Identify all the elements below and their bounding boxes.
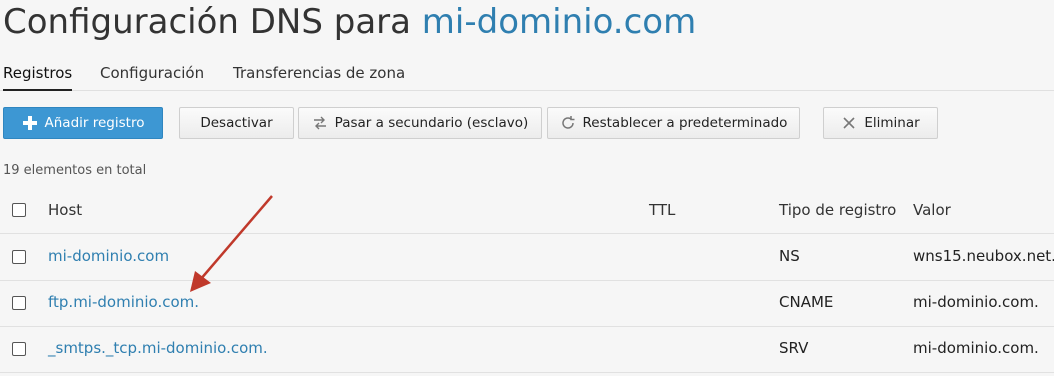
record-host-link[interactable]: ftp.mi-dominio.com. (48, 293, 199, 311)
add-record-button[interactable]: Añadir registro (3, 107, 163, 139)
delete-label: Eliminar (864, 115, 920, 131)
record-type: SRV (779, 339, 809, 357)
delete-button[interactable]: Eliminar (823, 107, 938, 139)
reset-default-button[interactable]: Restablecer a predeterminado (547, 107, 800, 139)
column-header-ttl[interactable]: TTL (649, 201, 675, 219)
column-header-type[interactable]: Tipo de registro (779, 201, 896, 219)
switch-to-secondary-button[interactable]: Pasar a secundario (esclavo) (298, 107, 542, 139)
reset-icon (560, 115, 576, 131)
add-record-label: Añadir registro (44, 115, 145, 131)
row-checkbox[interactable] (12, 250, 26, 264)
deactivate-label: Desactivar (200, 115, 273, 131)
items-total-count: 19 elementos en total (3, 163, 147, 178)
record-host-link[interactable]: _smtps._tcp.mi-dominio.com. (48, 339, 268, 357)
record-host-link[interactable]: mi-dominio.com (48, 247, 169, 265)
tab-transferencias-de-zona[interactable]: Transferencias de zona (233, 64, 405, 82)
swap-arrows-icon (312, 115, 328, 131)
record-value: wns15.neubox.net. (913, 247, 1054, 265)
switch-to-secondary-label: Pasar a secundario (esclavo) (334, 115, 529, 131)
page-title-domain[interactable]: mi-dominio.com (422, 2, 696, 42)
table-row: mi-dominio.com NS wns15.neubox.net. (0, 234, 1054, 281)
tab-configuracion[interactable]: Configuración (100, 64, 204, 82)
table-row: _smtps._tcp.mi-dominio.com. SRV mi-domin… (0, 326, 1054, 373)
x-icon (841, 115, 857, 131)
page-title-prefix: Configuración DNS para (3, 2, 411, 42)
row-checkbox[interactable] (12, 296, 26, 310)
tab-bar: Registros Configuración Transferencias d… (0, 60, 1054, 91)
record-value: mi-dominio.com. (913, 339, 1039, 357)
select-all-checkbox[interactable] (12, 203, 26, 217)
table-header-row: Host TTL Tipo de registro Valor (0, 187, 1054, 234)
column-header-host[interactable]: Host (48, 201, 82, 219)
plus-icon (22, 115, 38, 131)
column-header-value[interactable]: Valor (913, 201, 951, 219)
table-row: ftp.mi-dominio.com. CNAME mi-dominio.com… (0, 280, 1054, 327)
row-checkbox[interactable] (12, 342, 26, 356)
record-value: mi-dominio.com. (913, 293, 1039, 311)
reset-default-label: Restablecer a predeterminado (582, 115, 788, 131)
record-type: CNAME (779, 293, 834, 311)
page-title: Configuración DNS para mi-dominio.com (3, 0, 696, 44)
record-type: NS (779, 247, 800, 265)
tab-registros[interactable]: Registros (3, 64, 73, 91)
deactivate-button[interactable]: Desactivar (179, 107, 294, 139)
